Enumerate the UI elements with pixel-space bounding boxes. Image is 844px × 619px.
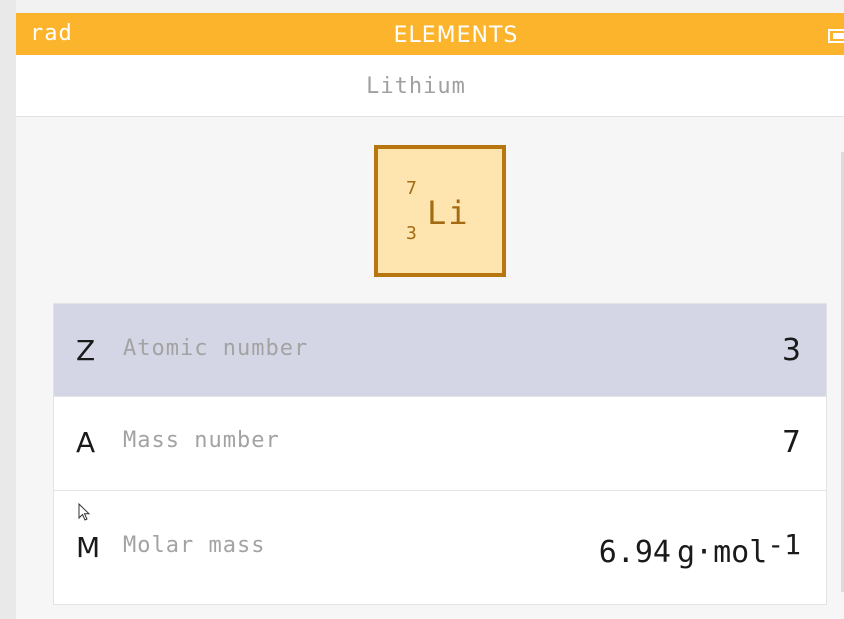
app-title: ELEMENTS <box>393 23 519 48</box>
molar-mass-number: 6.94 <box>598 535 671 570</box>
property-symbol: M <box>76 531 101 564</box>
tile-mass-number: 7 <box>406 178 417 199</box>
tile-element-symbol: Li <box>427 194 470 232</box>
left-gutter <box>0 0 16 619</box>
element-tile[interactable]: 7 Li 3 <box>374 145 506 277</box>
element-name-bar: Lithium <box>16 55 844 117</box>
property-label: Atomic number <box>123 336 309 361</box>
molar-mass-exponent: -1 <box>767 528 801 561</box>
molar-mass-unit: g·mol <box>676 535 768 570</box>
property-label: Molar mass <box>123 533 266 558</box>
property-label: Mass number <box>123 428 280 453</box>
title-bar: rad ELEMENTS <box>16 13 844 55</box>
property-row-atomic-number[interactable]: Z Atomic number 3 <box>54 304 826 397</box>
property-row-mass-number[interactable]: A Mass number 7 <box>54 397 826 491</box>
element-name: Lithium <box>366 74 466 99</box>
property-row-molar-mass[interactable]: M Molar mass 6.94 g·mol-1 <box>54 491 826 604</box>
properties-table: Z Atomic number 3 A Mass number 7 M Mola… <box>53 303 827 605</box>
tile-atomic-number: 3 <box>406 223 417 244</box>
property-value: 3 <box>781 333 801 368</box>
property-symbol: Z <box>76 334 96 367</box>
mouse-pointer-icon <box>78 503 91 521</box>
battery-icon <box>828 29 844 43</box>
property-symbol: A <box>76 426 96 459</box>
property-value: 6.94 g·mol-1 <box>598 529 801 570</box>
property-value: 7 <box>781 425 801 460</box>
calculator-screen: rad ELEMENTS Lithium 7 Li 3 Z Atomic num… <box>0 0 844 619</box>
